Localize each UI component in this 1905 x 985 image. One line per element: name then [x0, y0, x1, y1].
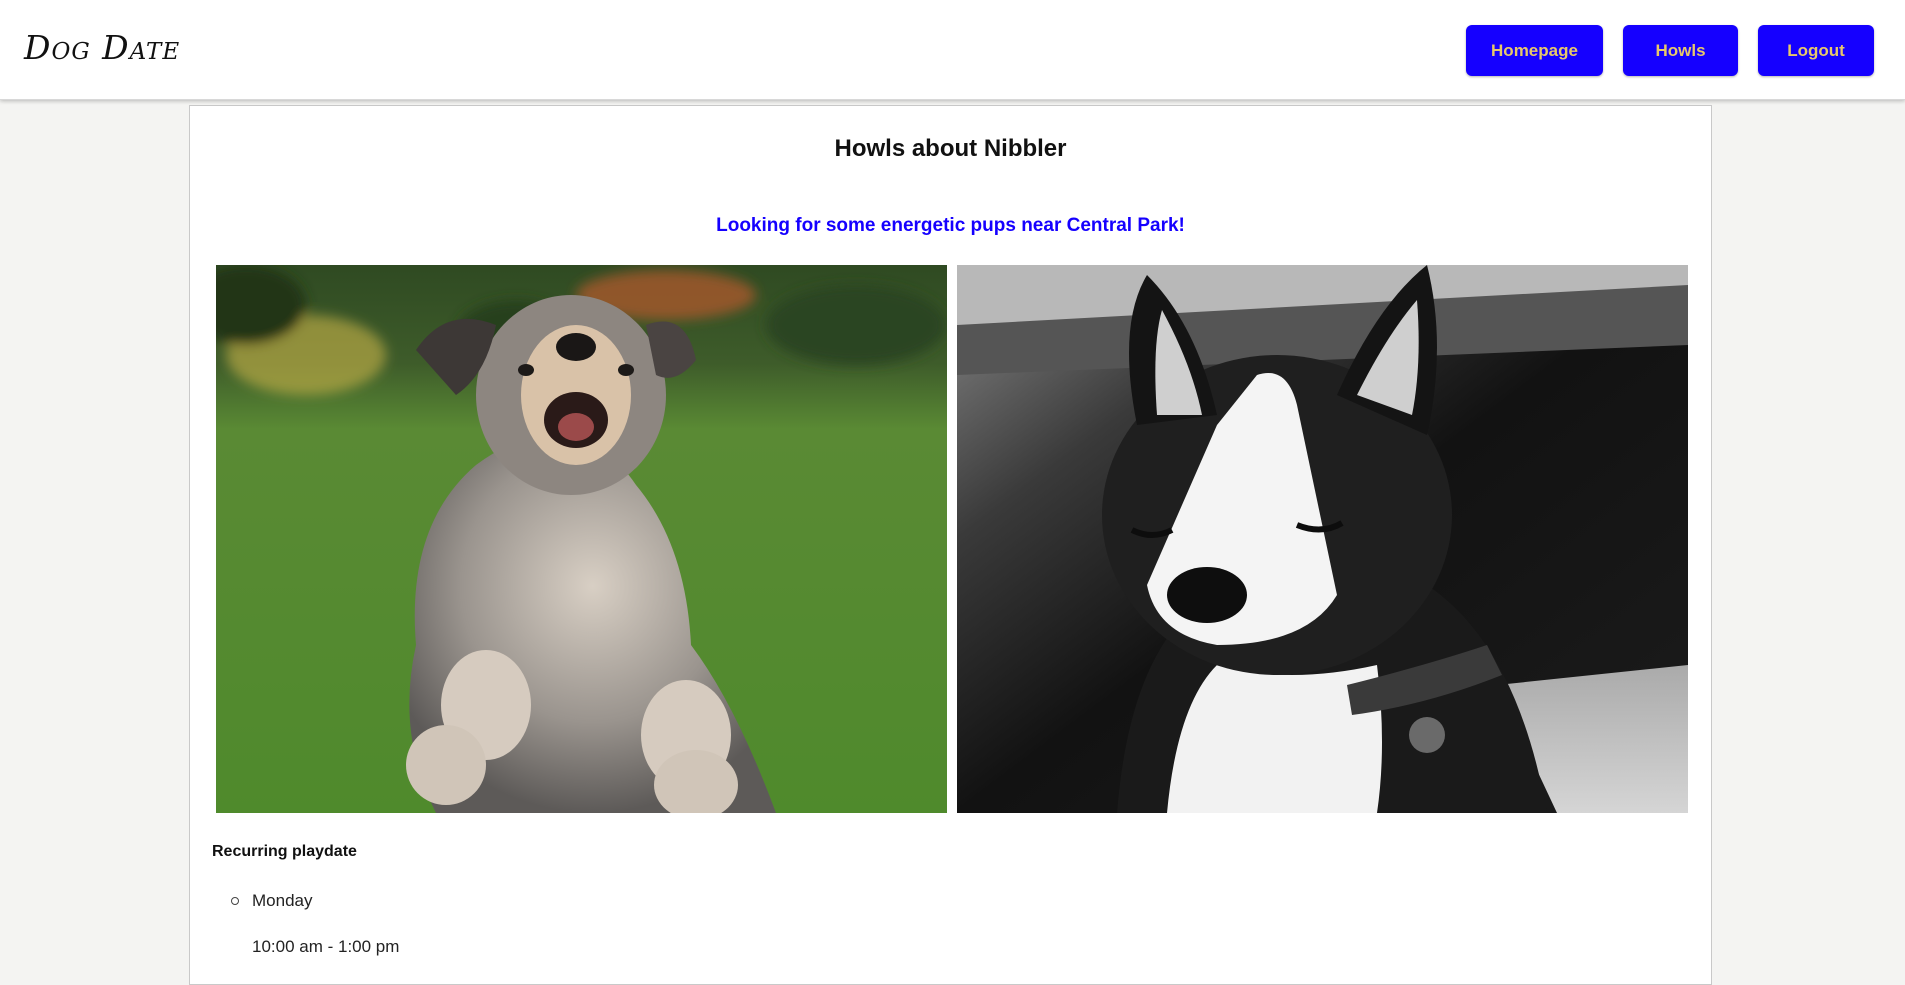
logout-button[interactable]: Logout: [1758, 25, 1874, 76]
dog-photo-boston-terrier: [957, 265, 1688, 813]
top-navigation-bar: Dog Date Homepage Howls Logout: [0, 0, 1905, 100]
dog-photo-schnauzer: [216, 265, 947, 813]
app-logo[interactable]: Dog Date: [24, 28, 180, 67]
schnauzer-photo-image: [216, 265, 947, 813]
schedule-time: 10:00 am - 1:00 pm: [252, 937, 400, 956]
howls-button[interactable]: Howls: [1623, 25, 1738, 76]
page-title: Howls about Nibbler: [834, 135, 1067, 162]
howl-detail-card: Howls about Nibbler Looking for some ene…: [189, 105, 1712, 985]
recurring-playdate-label: Recurring playdate: [212, 843, 357, 860]
homepage-button[interactable]: Homepage: [1466, 25, 1603, 76]
schedule-item: Monday 10:00 am - 1:00 pm: [230, 891, 399, 957]
list-bullet-icon: [231, 897, 239, 905]
playdate-schedule-list: Monday 10:00 am - 1:00 pm: [230, 891, 399, 957]
schedule-day: Monday: [252, 891, 313, 910]
main-nav: Homepage Howls Logout: [1466, 25, 1874, 76]
howl-message: Looking for some energetic pups near Cen…: [716, 215, 1185, 236]
boston-terrier-photo-image: [957, 265, 1688, 813]
